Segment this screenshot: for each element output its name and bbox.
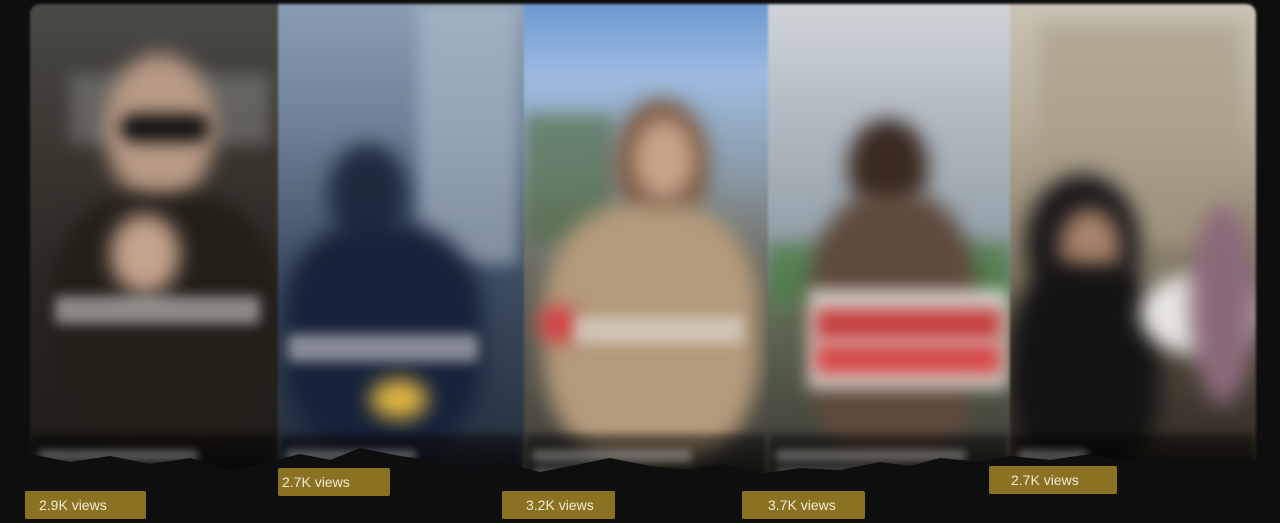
- views-count: 3.7K views: [768, 497, 836, 513]
- views-count: 2.7K views: [282, 474, 350, 490]
- views-label-5: 2.7K views: [989, 466, 1117, 494]
- views-count: 2.9K views: [39, 497, 107, 513]
- views-label-1: 2.9K views: [25, 491, 146, 519]
- views-label-2: 2.7K views: [278, 468, 390, 496]
- video-thumbnail-2[interactable]: [278, 4, 524, 488]
- video-thumbnail-1[interactable]: [30, 4, 278, 488]
- video-thumbnail-strip: [30, 4, 1256, 488]
- views-count: 2.7K views: [1011, 472, 1079, 488]
- video-thumbnail-3[interactable]: [524, 4, 768, 488]
- views-label-4: 3.7K views: [742, 491, 865, 519]
- video-thumbnail-4[interactable]: [768, 4, 1010, 488]
- views-label-3: 3.2K views: [502, 491, 615, 519]
- video-thumbnail-5[interactable]: [1010, 4, 1256, 488]
- views-count: 3.2K views: [526, 497, 594, 513]
